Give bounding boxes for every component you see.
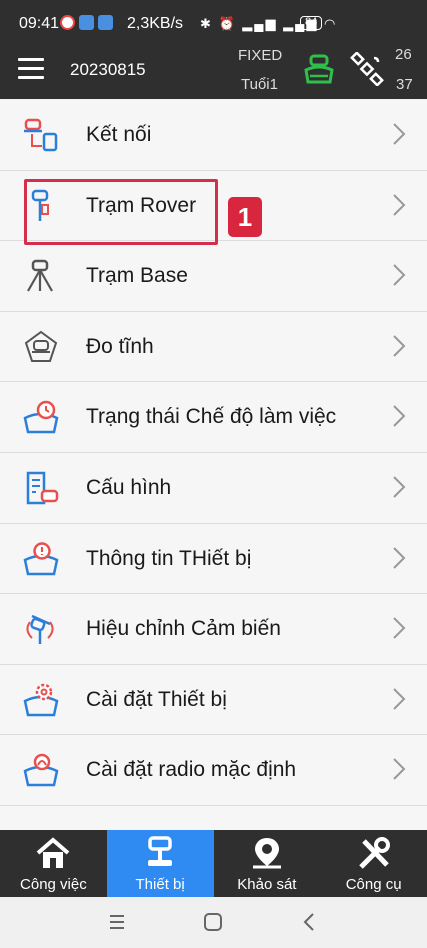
- tab-label: Khảo sát: [237, 876, 297, 893]
- satellites-visible: 37: [396, 76, 413, 93]
- menu-item-work-mode-status[interactable]: Trạng thái Chế độ làm việc: [0, 382, 427, 453]
- menu-item-configuration[interactable]: Cấu hình: [0, 452, 427, 524]
- project-name: 20230815: [70, 60, 146, 79]
- chevron-right-icon: [393, 758, 406, 781]
- configuration-icon: [26, 471, 59, 505]
- chevron-right-icon: [393, 688, 406, 710]
- fix-status: FIXED: [238, 47, 283, 64]
- menu-item-label: Trạm Base: [86, 264, 188, 288]
- menu-item-static-survey[interactable]: Đo tĩnh: [0, 311, 427, 383]
- app-header: 20230815 FIXED Tuổi1 26 37: [0, 44, 427, 99]
- chevron-right-icon: [393, 335, 406, 357]
- chevron-right-icon: [393, 193, 406, 216]
- google-icon: [60, 15, 75, 30]
- back-icon[interactable]: [298, 911, 322, 933]
- tab-survey[interactable]: Khảo sát: [214, 830, 321, 897]
- tab-label: Công việc: [20, 876, 87, 893]
- recent-apps-icon[interactable]: [105, 911, 129, 933]
- network-speed: 2,3KB/s: [127, 15, 184, 32]
- menu-item-partial: [0, 805, 427, 830]
- radio-settings-icon: [23, 754, 59, 787]
- bottom-navigation: Công việc Thiết bị Khảo sát Công cụ: [0, 830, 427, 897]
- device-settings-icon: [23, 683, 59, 716]
- menu-item-label: Cài đặt Thiết bị: [86, 687, 227, 711]
- sensor-calibration-icon: [26, 615, 54, 645]
- menu-item-rover-station[interactable]: Trạm Rover: [0, 170, 427, 242]
- zalo-icon: [98, 15, 113, 30]
- static-survey-icon: [24, 330, 58, 362]
- chat-icon: [79, 15, 94, 30]
- chevron-right-icon: [393, 617, 406, 639]
- step-badge: 1: [228, 197, 262, 237]
- chevron-right-icon: [393, 405, 406, 428]
- chevron-right-icon: [393, 546, 406, 569]
- connection-icon: [24, 118, 58, 152]
- home-button-icon[interactable]: [201, 911, 225, 933]
- tab-device[interactable]: Thiết bị: [106, 830, 214, 897]
- menu-item-label: Kết nối: [86, 123, 152, 146]
- system-nav-bar: [0, 897, 427, 948]
- chevron-right-icon: [393, 476, 406, 498]
- satellite-icon[interactable]: [350, 52, 384, 86]
- survey-pin-icon: [252, 838, 281, 869]
- base-station-icon: [27, 259, 53, 292]
- menu-item-label: Cài đặt radio mặc định: [86, 758, 297, 782]
- tools-icon: [358, 837, 390, 869]
- rover-icon: [31, 189, 49, 221]
- chevron-right-icon: [393, 123, 406, 145]
- menu-item-device-info[interactable]: Thông tin THiết bị: [0, 523, 427, 595]
- menu-item-sensor-calibration[interactable]: Hiệu chỉnh Cảm biến: [0, 594, 427, 665]
- satellites-used: 26: [395, 46, 412, 63]
- home-icon: [37, 837, 70, 868]
- tab-tools[interactable]: Công cụ: [320, 830, 427, 897]
- device-menu-list: Kết nối Trạm Rover Trạm Base Đo tĩnh Trạ…: [0, 100, 427, 830]
- status-bar: 09:41 2,3KB/s ✱ ⏰ ▂▄▆ ▂▄▆ ◠ 84: [0, 0, 427, 44]
- menu-item-radio-settings[interactable]: Cài đặt radio mặc định: [0, 735, 427, 806]
- tab-label: Công cụ: [345, 876, 402, 893]
- menu-item-label: Trạm Rover: [86, 193, 197, 217]
- menu-item-label: Cấu hình: [86, 475, 172, 499]
- menu-item-device-settings[interactable]: Cài đặt Thiết bị: [0, 664, 427, 736]
- menu-item-label: Hiệu chỉnh Cảm biến: [86, 617, 281, 641]
- menu-item-label: Đo tĩnh: [86, 334, 154, 358]
- device-icon: [148, 836, 173, 866]
- menu-item-connection[interactable]: Kết nối: [0, 100, 427, 171]
- gnss-receiver-icon[interactable]: [302, 52, 336, 86]
- menu-item-label: Thông tin THiết bị: [86, 546, 252, 570]
- hamburger-menu-icon[interactable]: [18, 58, 44, 80]
- tab-label: Thiết bị: [135, 876, 185, 893]
- notification-icons: [60, 15, 113, 30]
- status-time: 09:41: [19, 15, 60, 32]
- menu-item-base-station[interactable]: Trạm Base: [0, 241, 427, 312]
- battery-indicator: 84: [300, 16, 323, 30]
- work-mode-icon: [23, 401, 59, 434]
- age-label: Tuổi1: [241, 76, 278, 93]
- tab-jobs[interactable]: Công việc: [0, 830, 107, 897]
- device-info-icon: [23, 541, 59, 575]
- menu-item-label: Trạng thái Chế độ làm việc: [86, 405, 337, 429]
- chevron-right-icon: [393, 264, 406, 286]
